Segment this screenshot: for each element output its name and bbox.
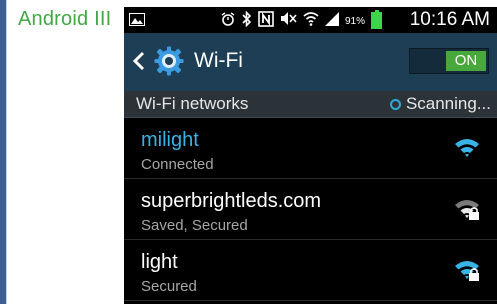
section-label: Wi-Fi networks: [136, 94, 249, 113]
status-time: 10:16 AM: [409, 9, 490, 30]
wifi-toggle[interactable]: ON: [409, 48, 489, 74]
section-header: Wi-Fi networks Scanning...: [124, 91, 497, 118]
network-status: Saved, Secured: [141, 217, 248, 234]
left-edge-divider: [6, 0, 7, 304]
back-icon[interactable]: [132, 50, 146, 72]
network-item-milight[interactable]: milight Connected: [124, 118, 497, 179]
page-heading: Android III: [18, 8, 112, 30]
scanning-text: Scanning...: [405, 94, 491, 113]
status-bar: 91% 10:16 AM: [124, 7, 497, 33]
network-status: Secured: [141, 278, 197, 295]
alarm-icon: [220, 11, 236, 29]
network-item-superbrightleds[interactable]: superbrightleds.com Saved, Secured: [124, 179, 497, 240]
network-name: light: [141, 251, 178, 273]
wifi-strength-icon: [455, 139, 479, 157]
battery-icon: [371, 9, 383, 29]
settings-gear-icon[interactable]: [154, 46, 184, 76]
network-item-light[interactable]: light Secured: [124, 240, 497, 301]
wifi-secured-icon: [455, 261, 479, 281]
scanning-spinner-icon: [389, 98, 401, 110]
scanning-indicator: Scanning...: [389, 94, 491, 114]
status-icons: 91%: [220, 9, 383, 30]
toggle-on-label: ON: [446, 51, 486, 71]
wifi-secured-icon: [455, 200, 479, 220]
cell-signal-icon: [325, 11, 339, 29]
bluetooth-icon: [242, 10, 252, 30]
network-name: milight: [141, 129, 199, 151]
action-bar: Wi-Fi ON: [124, 33, 497, 91]
phone-screen: 91% 10:16 AM Wi-Fi ON Wi-Fi networks Sca…: [124, 7, 497, 304]
picture-icon: [129, 13, 145, 26]
battery-percent: 91%: [345, 15, 366, 27]
network-status: Connected: [141, 156, 214, 173]
page-title: Wi-Fi: [194, 49, 243, 72]
nfc-icon: [258, 10, 274, 30]
wifi-signal-icon: [303, 11, 319, 29]
network-name: superbrightleds.com: [141, 190, 322, 212]
mute-icon: [280, 11, 297, 29]
